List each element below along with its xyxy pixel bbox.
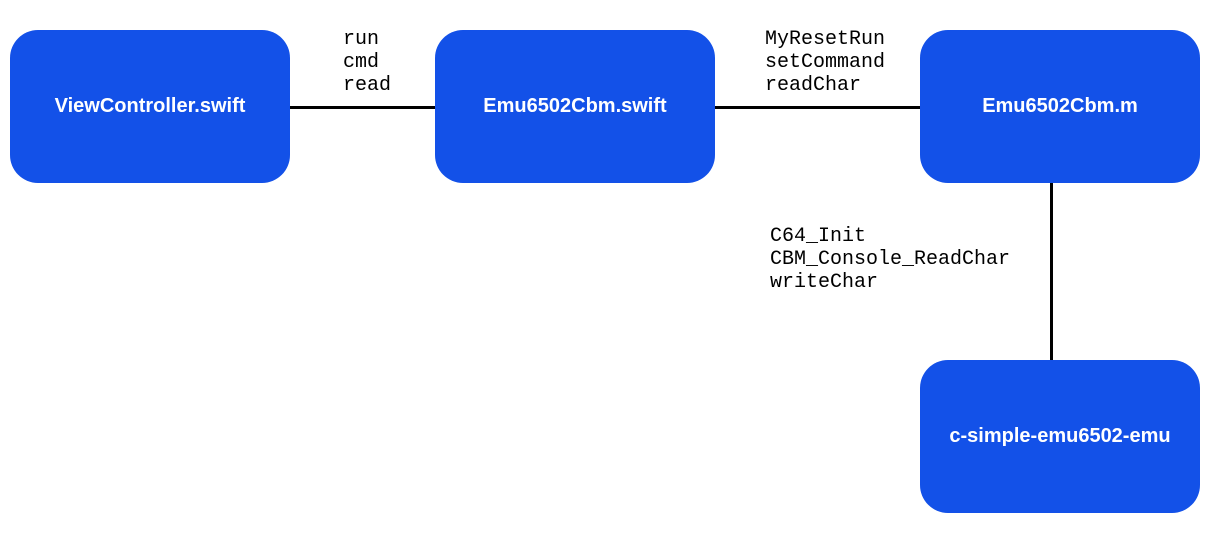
edge-label-c64init: C64_Init CBM_Console_ReadChar writeChar xyxy=(770,225,1010,294)
node-emu6502cbm-swift: Emu6502Cbm.swift xyxy=(435,30,715,183)
node-c-simple-emu: c-simple-emu6502-emu xyxy=(920,360,1200,513)
edge-label-run-cmd-read: run cmd read xyxy=(343,28,391,97)
node-viewcontroller: ViewController.swift xyxy=(10,30,290,183)
node-emu6502cbm-swift-label: Emu6502Cbm.swift xyxy=(483,95,666,118)
node-c-simple-emu-label: c-simple-emu6502-emu xyxy=(949,425,1170,448)
edge-label-myresetrun: MyResetRun setCommand readChar xyxy=(765,28,885,97)
node-emu6502cbm-m: Emu6502Cbm.m xyxy=(920,30,1200,183)
node-emu6502cbm-m-label: Emu6502Cbm.m xyxy=(982,95,1138,118)
node-viewcontroller-label: ViewController.swift xyxy=(55,95,246,118)
connector-line-vertical xyxy=(1050,180,1053,360)
